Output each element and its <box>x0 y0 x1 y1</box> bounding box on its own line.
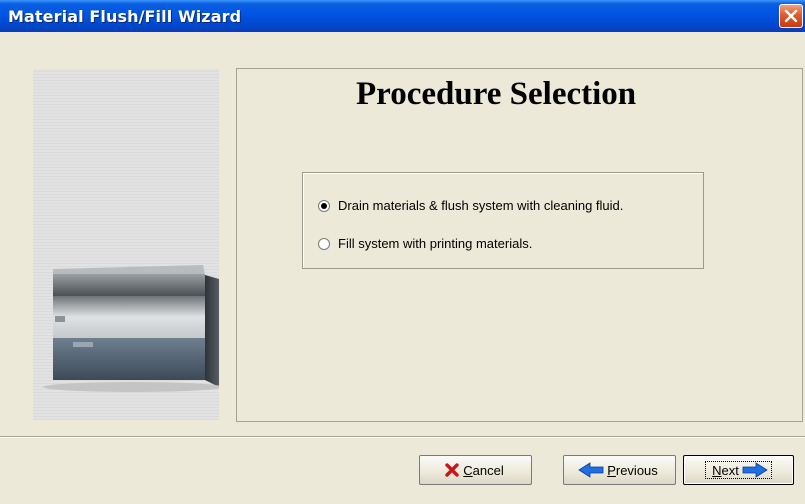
title-bar[interactable]: Material Flush/Fill Wizard <box>0 0 805 32</box>
next-label: ext <box>721 462 739 478</box>
red-x-icon <box>445 463 459 477</box>
page-title: Procedure Selection <box>356 76 637 112</box>
previous-mnemonic: P <box>607 462 616 478</box>
next-mnemonic: N <box>712 462 722 478</box>
footer-separator <box>0 436 805 438</box>
close-icon <box>784 9 798 23</box>
option-drain-flush[interactable]: Drain materials & flush system with clea… <box>318 198 623 213</box>
next-focus-ring: Next <box>705 461 772 479</box>
procedure-options-group <box>302 172 704 269</box>
wizard-window: Material Flush/Fill Wizard Procedure Sel… <box>0 0 805 504</box>
previous-label: revious <box>615 462 658 478</box>
cancel-label: ancel <box>472 462 504 478</box>
cancel-mnemonic: C <box>463 462 473 478</box>
radio-fill-system[interactable] <box>318 237 330 250</box>
cancel-button[interactable]: Cancel <box>419 455 532 485</box>
radio-drain-flush[interactable] <box>318 199 330 212</box>
blue-left-arrow-icon <box>578 462 604 478</box>
next-button[interactable]: Next <box>683 455 794 485</box>
printer-device-icon <box>43 265 219 392</box>
close-button[interactable] <box>779 4 803 28</box>
window-title: Material Flush/Fill Wizard <box>8 7 242 26</box>
wizard-side-image <box>33 69 219 420</box>
option-fill-system[interactable]: Fill system with printing materials. <box>318 236 532 251</box>
option-drain-flush-label[interactable]: Drain materials & flush system with clea… <box>338 198 623 213</box>
blue-right-arrow-icon <box>742 462 768 478</box>
previous-button[interactable]: Previous <box>563 455 676 485</box>
option-fill-system-label[interactable]: Fill system with printing materials. <box>338 236 532 251</box>
